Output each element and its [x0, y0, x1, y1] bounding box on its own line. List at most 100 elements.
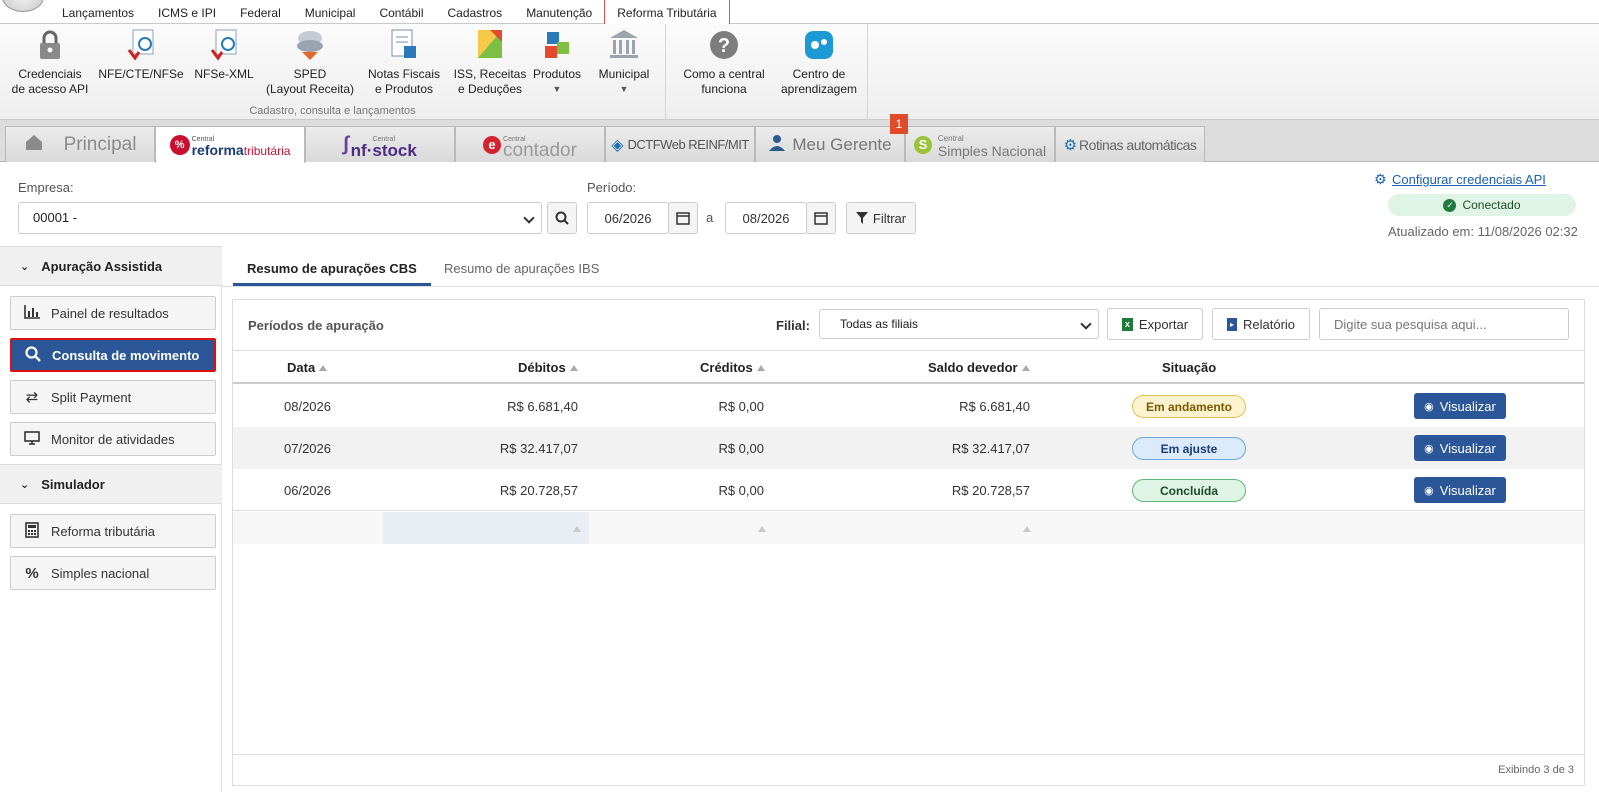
app-orb-icon[interactable]	[2, 0, 44, 12]
sidebar-item-label: Split Payment	[51, 389, 132, 405]
question-circle-icon: ?	[708, 28, 740, 62]
summary-sort-icon	[758, 526, 766, 532]
relatorio-label: Relatório	[1242, 316, 1296, 332]
sidebar-item-reforma-tributaria[interactable]: Reforma tributária	[10, 514, 216, 548]
notas-fiscais-button[interactable]: Notas Fiscais e Produtos	[362, 28, 446, 97]
tab-principal[interactable]: Principal	[5, 126, 155, 162]
menu-tab-cadastros[interactable]: Cadastros	[435, 0, 514, 24]
filial-select[interactable]: Todas as filiais	[819, 309, 1099, 339]
sidebar-item-consulta-movimento[interactable]: Consulta de movimento	[10, 338, 216, 372]
nfse-xml-button[interactable]: NFSe-XML	[188, 28, 260, 82]
nfe-cte-nfse-button[interactable]: NFE/CTE/NFSe	[98, 28, 184, 82]
periodo-from-input[interactable]: 06/2026	[587, 202, 669, 234]
produtos-dropdown-caret-icon: ▼	[552, 84, 562, 94]
tab-resumo-ibs[interactable]: Resumo de apurações IBS	[430, 254, 613, 286]
status-pill-em-andamento: Em andamento	[1132, 395, 1246, 418]
monitor-icon	[23, 430, 41, 448]
col-debitos-label: Débitos	[518, 360, 566, 375]
visualizar-button[interactable]: ◉ Visualizar	[1414, 477, 1506, 503]
iss-receitas-button[interactable]: ISS, Receitas e Deduções	[450, 28, 530, 97]
tab-meu-gerente[interactable]: Meu Gerente	[755, 126, 905, 162]
filtrar-button[interactable]: Filtrar	[846, 202, 916, 234]
chevron-down-icon: ⌄	[20, 260, 30, 273]
periodo-to-input[interactable]: 08/2026	[725, 202, 807, 234]
reforma-label-b: tributária	[243, 143, 291, 158]
visualizar-button[interactable]: ◉ Visualizar	[1414, 393, 1506, 419]
menu-tab-contabil[interactable]: Contábil	[367, 0, 435, 24]
shuffle-icon: ⇄	[25, 389, 39, 406]
tab-contador[interactable]: e Central contador	[455, 126, 605, 162]
menu-tab-municipal[interactable]: Municipal	[293, 0, 368, 24]
tab-dctfweb[interactable]: ◈ DCTFWeb REINF/MIT	[605, 126, 755, 162]
menu-tab-reforma-tributaria[interactable]: Reforma Tributária	[604, 0, 730, 24]
reforma-logo-icon: %	[169, 135, 190, 155]
col-debitos[interactable]: Débitos	[518, 360, 578, 375]
visualizar-label: Visualizar	[1439, 440, 1496, 456]
row-saldo: R$ 6.681,40	[959, 399, 1030, 414]
menu-tab-manutencao[interactable]: Manutenção	[514, 0, 604, 24]
chevron-down-icon: ⌄	[20, 478, 30, 491]
sidebar-item-monitor-atividades[interactable]: Monitor de atividades	[10, 422, 216, 456]
exportar-button[interactable]: x Exportar	[1107, 308, 1203, 340]
status-pill-concluida: Concluída	[1132, 479, 1246, 502]
sidebar-section-simulador[interactable]: ⌄ Simulador	[0, 464, 222, 504]
sidebar-section-apuracao[interactable]: ⌄ Apuração Assistida	[0, 246, 222, 286]
app-tabs-bar: Principal % Central reformatributária ∫ …	[0, 120, 1599, 163]
contador-logo-icon: e	[483, 135, 502, 154]
municipal-button[interactable]: Municipal ▼	[592, 28, 656, 97]
sidebar-item-painel-resultados[interactable]: Painel de resultados	[10, 296, 216, 330]
rotinas-gear-icon: ⚙	[1063, 136, 1078, 154]
row-saldo: R$ 32.417,07	[951, 441, 1030, 456]
reforma-label-a: reforma	[191, 141, 244, 158]
search-icon	[24, 345, 42, 365]
sidebar: ⌄ Apuração Assistida Painel de resultado…	[0, 246, 222, 792]
exportar-label: Exportar	[1138, 316, 1189, 332]
tab-rotinas-automaticas[interactable]: ⚙ Rotinas automáticas	[1055, 126, 1205, 162]
tab-simples-nacional[interactable]: S Central Simples Nacional	[905, 126, 1055, 162]
row-debitos: R$ 32.417,07	[499, 441, 578, 456]
status-badge: ✓ Conectado	[1388, 194, 1576, 216]
row-creditos: R$ 0,00	[718, 441, 764, 456]
calendar-icon	[676, 212, 690, 225]
visualizar-button[interactable]: ◉ Visualizar	[1414, 435, 1506, 461]
tab-resumo-cbs[interactable]: Resumo de apurações CBS	[233, 254, 431, 286]
periodo-from-calendar-button[interactable]	[668, 202, 698, 234]
municipal-dropdown-caret-icon: ▼	[619, 84, 629, 94]
nfstock-logo-icon: ∫	[343, 133, 349, 155]
relatorio-button[interactable]: ▸ Relatório	[1212, 308, 1310, 340]
periodo-to-calendar-button[interactable]	[806, 202, 836, 234]
empresa-search-button[interactable]	[547, 202, 577, 234]
col-data[interactable]: Data	[287, 360, 328, 375]
menu-tab-lancamentos[interactable]: Lançamentos	[50, 0, 146, 24]
chevron-down-icon	[1080, 318, 1092, 330]
sped-button[interactable]: SPED (Layout Receita)	[264, 28, 356, 97]
rotinas-label: Rotinas automáticas	[1079, 136, 1197, 153]
sped-cloud-icon	[294, 28, 326, 62]
sort-asc-icon	[319, 365, 328, 371]
iss-receitas-label-2: e Deduções	[457, 82, 523, 96]
col-saldo[interactable]: Saldo devedor	[928, 360, 1030, 375]
contador-label: contador	[503, 139, 577, 161]
sidebar-item-label: Painel de resultados	[51, 305, 169, 321]
produtos-button[interactable]: Produtos ▼	[532, 28, 582, 97]
menu-tab-federal[interactable]: Federal	[228, 0, 293, 24]
simples-label: Simples Nacional	[937, 142, 1047, 159]
col-creditos[interactable]: Créditos	[700, 360, 765, 375]
excel-icon: x	[1121, 317, 1133, 331]
empresa-select[interactable]: 00001 -	[18, 202, 542, 234]
configurar-credenciais-link[interactable]: Configurar credenciais API	[1392, 172, 1546, 187]
sort-icon	[1021, 365, 1030, 371]
tab-reforma-tributaria[interactable]: % Central reformatributária	[155, 126, 305, 163]
sidebar-item-split-payment[interactable]: ⇄ Split Payment	[10, 380, 216, 414]
credenciais-button[interactable]: Credenciais de acesso API	[10, 28, 90, 97]
nfse-xml-icon	[208, 28, 240, 62]
search-input[interactable]: Digite sua pesquisa aqui...	[1319, 308, 1569, 340]
como-funciona-button[interactable]: ? Como a central funciona	[678, 28, 770, 97]
col-data-label: Data	[287, 360, 316, 375]
updated-timestamp: Atualizado em: 11/08/2026 02:32	[1388, 224, 1578, 239]
tab-nfstock[interactable]: ∫ Central nf·stock	[305, 126, 455, 162]
centro-aprendizagem-button[interactable]: Centro de aprendizagem	[774, 28, 864, 97]
menu-tab-icms-ipi[interactable]: ICMS e IPI	[146, 0, 228, 24]
sidebar-item-simples-nacional[interactable]: % Simples nacional	[10, 556, 216, 590]
table-header	[233, 350, 1584, 384]
